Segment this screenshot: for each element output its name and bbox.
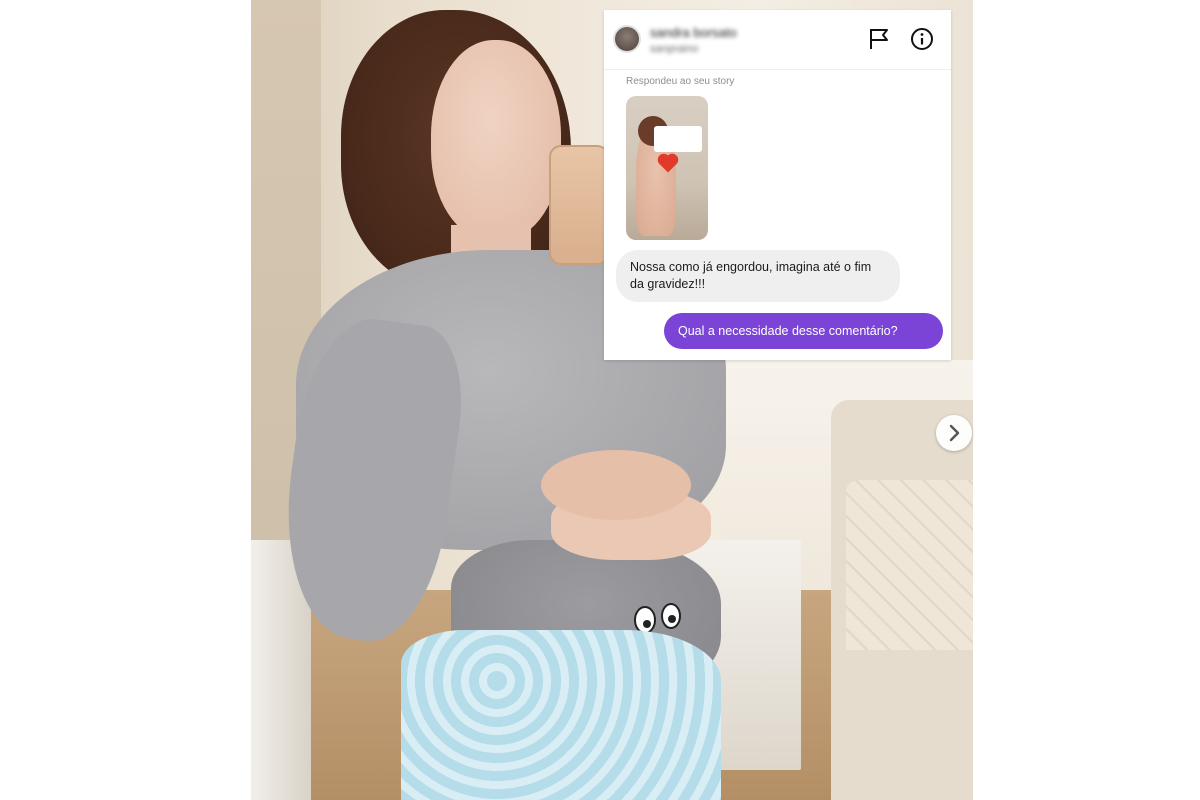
phone <box>549 145 609 265</box>
story-thumbnail[interactable] <box>626 96 708 240</box>
chevron-right-icon <box>949 424 960 442</box>
hand <box>541 450 691 520</box>
incoming-message-bubble[interactable]: Nossa como já engordou, imagina até o fi… <box>616 250 900 302</box>
dm-panel: sandra borsato sanpraino Respondeu ao se… <box>604 10 951 360</box>
dm-username[interactable]: sandra borsato <box>650 25 737 40</box>
outgoing-message-bubble[interactable]: Qual a necessidade desse comentário? <box>664 313 943 349</box>
avatar[interactable] <box>613 25 641 53</box>
story-caption-sticker <box>654 126 702 152</box>
info-icon[interactable] <box>910 27 934 51</box>
flag-icon[interactable] <box>868 27 890 51</box>
cloud-pajama-pants <box>401 630 721 800</box>
story-reply-label: Respondeu ao seu story <box>626 76 735 87</box>
next-slide-button[interactable] <box>936 415 972 451</box>
face <box>431 40 561 240</box>
dm-handle: sanpraino <box>650 43 699 55</box>
sofa-cushion <box>846 480 973 650</box>
dm-header: sandra borsato sanpraino <box>604 10 951 70</box>
